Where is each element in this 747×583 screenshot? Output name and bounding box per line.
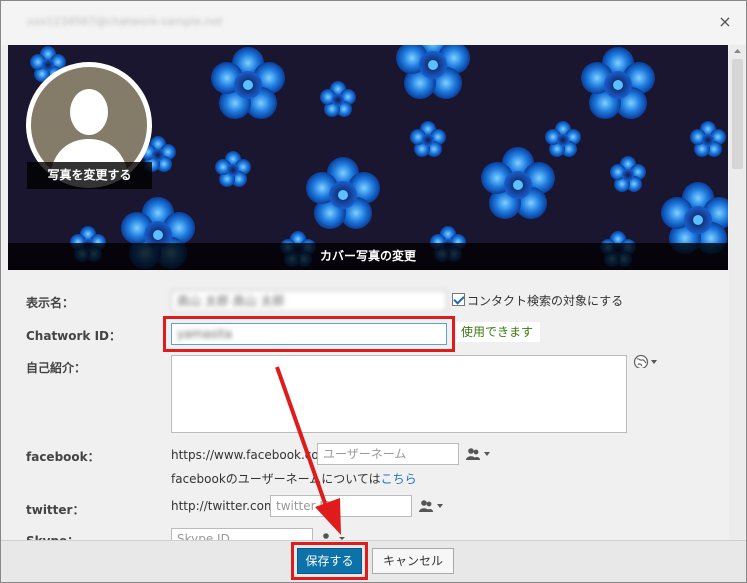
change-photo-button[interactable]: 写真を変更する [27, 162, 152, 189]
facebook-url-prefix: https://www.facebook.com/ [171, 448, 335, 462]
twitter-id-input[interactable]: twitter ID [270, 495, 412, 517]
profile-edit-dialog: xxx1234567@chatwork-sample.net × 写真を変更する… [0, 0, 747, 583]
dialog-titlebar: xxx1234567@chatwork-sample.net × [1, 1, 746, 45]
facebook-label: facebook： [26, 450, 100, 464]
dialog-footer: 保存する キャンセル [1, 540, 746, 582]
save-button[interactable]: 保存する [297, 548, 362, 574]
id-available-status: 使用できます [456, 322, 540, 342]
chatwork-id-input[interactable]: yamasita [171, 323, 447, 345]
facebook-help-link[interactable]: こちら [381, 472, 417, 486]
twitter-url-prefix: http://twitter.com/ [171, 499, 280, 513]
contact-search-checkbox[interactable] [452, 293, 465, 306]
dialog-title: xxx1234567@chatwork-sample.net [27, 15, 223, 28]
bio-label: 自己紹介： [26, 361, 87, 375]
facebook-username-input[interactable]: ユーザーネーム [317, 443, 459, 465]
chatwork-id-value: yamasita [177, 327, 233, 341]
change-cover-button[interactable]: カバー写真の変更 [8, 243, 728, 270]
cancel-button[interactable]: キャンセル [372, 548, 454, 574]
bio-textarea[interactable] [171, 355, 627, 433]
visibility-contacts-icon[interactable] [419, 499, 443, 513]
display-name-input[interactable]: 高山 太郎 高山 太郎 [171, 290, 447, 312]
cover-photo[interactable]: 写真を変更する カバー写真の変更 [8, 45, 728, 270]
display-name-label: 表示名： [26, 296, 75, 310]
facebook-help-text: facebookのユーザーネームについてはこちら [171, 470, 417, 487]
chatwork-id-label: Chatwork ID： [26, 329, 122, 343]
close-icon[interactable]: × [717, 13, 733, 31]
profile-form: 表示名： 高山 太郎 高山 太郎 コンタクト検索の対象にする Chatwork … [1, 270, 727, 550]
facebook-help-label: facebookのユーザーネームについては [171, 472, 381, 486]
visibility-globe-icon[interactable] [633, 354, 657, 368]
scrollbar[interactable] [729, 45, 746, 540]
scrollbar-thumb[interactable] [732, 59, 743, 169]
visibility-contacts-icon[interactable] [466, 447, 490, 461]
scroll-up-icon[interactable] [731, 45, 744, 57]
twitter-label: twitter： [26, 503, 85, 517]
contact-search-label[interactable]: コンタクト検索の対象にする [467, 292, 623, 309]
